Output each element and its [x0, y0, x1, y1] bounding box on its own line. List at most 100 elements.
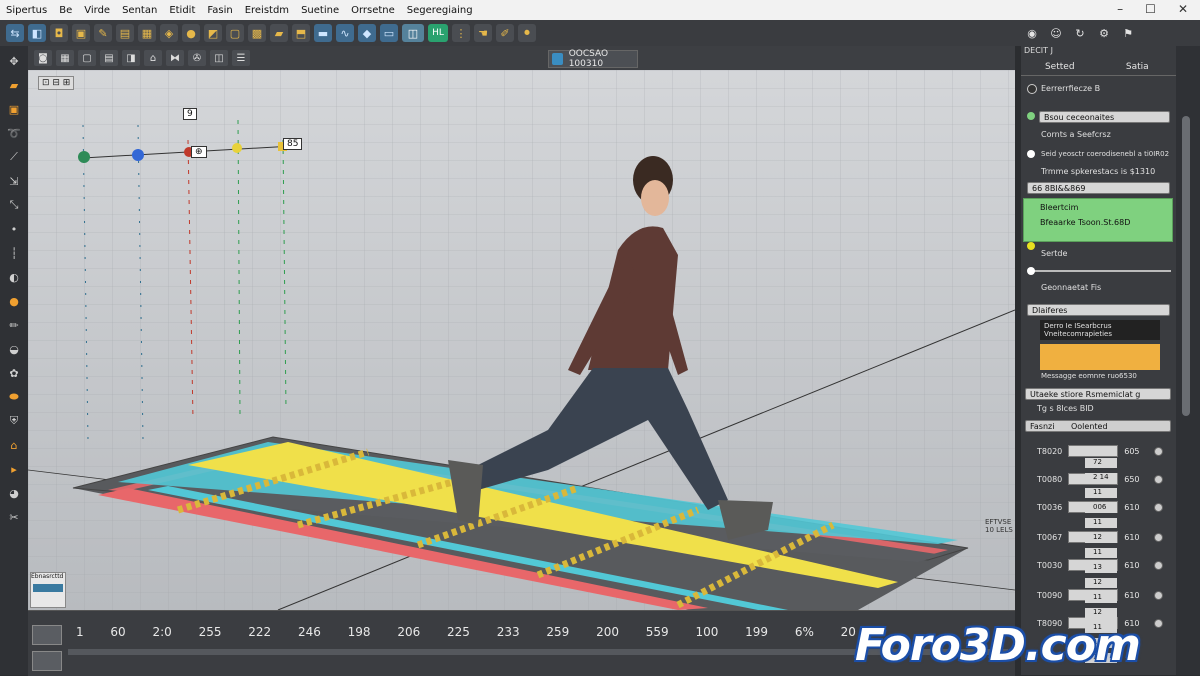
menu-item-5[interactable]: Fasin	[201, 5, 238, 16]
dropdown-field[interactable]: Fasnzi Oolented	[1025, 420, 1171, 432]
render-icon[interactable]: ▣	[72, 24, 90, 42]
selected-tool-icon[interactable]: ◫	[402, 24, 424, 42]
key-icon[interactable]: ⬒	[292, 24, 310, 42]
split-icon[interactable]: ◫	[210, 50, 228, 66]
grid-view-icon[interactable]: ▦	[56, 50, 74, 66]
menu-item-3[interactable]: Sentan	[116, 5, 163, 16]
param-sub[interactable]: 13	[1085, 563, 1117, 573]
prop-field[interactable]: Bsou ceceonaites	[1039, 111, 1170, 123]
paint-icon[interactable]: ✿	[5, 364, 23, 382]
tone-icon[interactable]: ◕	[5, 484, 23, 502]
pencil-icon[interactable]: ✏	[5, 316, 23, 334]
menu-item-6[interactable]: Ereistdm	[239, 5, 295, 16]
viewport-shading-badge[interactable]: ⊡ ⊟ ⊞	[38, 76, 75, 90]
timeline-tick[interactable]: 233	[497, 625, 520, 639]
light-icon[interactable]: ◆	[358, 24, 376, 42]
timeline-tick[interactable]: 198	[348, 625, 371, 639]
home-icon[interactable]: ⌂	[5, 436, 23, 454]
settings-icon[interactable]: ⚙	[1095, 24, 1113, 42]
timeline-thumb-top-icon[interactable]	[32, 625, 62, 645]
slider-knob[interactable]	[1027, 267, 1035, 275]
param-knob[interactable]	[1153, 560, 1163, 570]
file-tool-icon[interactable]: ▣	[5, 100, 23, 118]
menu-item-7[interactable]: Suetine	[295, 5, 345, 16]
param-sub[interactable]: 11	[1085, 518, 1117, 528]
vertex-icon[interactable]: •	[5, 220, 23, 238]
sphere-icon[interactable]: ●	[182, 24, 200, 42]
hand-icon[interactable]: ☚	[474, 24, 492, 42]
param-sub[interactable]: 2 14	[1085, 473, 1117, 483]
timeline-tick[interactable]: 206	[397, 625, 420, 639]
house-icon[interactable]: ⌂	[144, 50, 162, 66]
transform-icon[interactable]: ⇲	[5, 172, 23, 190]
layout-icon[interactable]: ▤	[100, 50, 118, 66]
panel-scrollbar[interactable]	[1176, 46, 1200, 675]
lasso-icon[interactable]: ➰	[5, 124, 23, 142]
select-tool-icon[interactable]: ✥	[5, 52, 23, 70]
flag-icon[interactable]: ⚑	[1119, 24, 1137, 42]
light-bulb-icon[interactable]: ●	[5, 292, 23, 310]
close-icon[interactable]: ✕	[1172, 2, 1194, 16]
frame-icon[interactable]: ▢	[226, 24, 244, 42]
param-field[interactable]	[1068, 445, 1119, 457]
knife-icon[interactable]: ⟋	[5, 148, 23, 166]
param-knob[interactable]	[1153, 590, 1163, 600]
globe-icon[interactable]: ◉	[1023, 24, 1041, 42]
timeline-tick[interactable]: 225	[447, 625, 470, 639]
view-mode-label[interactable]: OOCSAO 100310	[548, 49, 638, 69]
tab-settings[interactable]: Setted	[1021, 58, 1099, 76]
radio-icon[interactable]	[1027, 150, 1035, 158]
param-sub[interactable]: 006	[1085, 503, 1117, 513]
timeline-tick[interactable]: 60	[110, 625, 125, 639]
prop-field[interactable]: 66 8BI&&869	[1027, 182, 1170, 194]
slider-track[interactable]	[1031, 270, 1171, 272]
shield-icon[interactable]: ⛨	[5, 412, 23, 430]
param-sub[interactable]: 12	[1085, 578, 1117, 588]
camera-icon[interactable]: ◘	[50, 24, 68, 42]
param-knob[interactable]	[1153, 532, 1163, 542]
snap-icon[interactable]: ✇	[188, 50, 206, 66]
hl-tool-icon[interactable]: HL	[428, 24, 448, 42]
box-icon[interactable]: ▩	[248, 24, 266, 42]
timeline-thumb-bottom-icon[interactable]	[32, 651, 62, 671]
edge-icon[interactable]: ┆	[5, 244, 23, 262]
grid-icon[interactable]: ▦	[138, 24, 156, 42]
active-property-box[interactable]: Bleertcim Bfeaarke Tsoon.St.68D	[1023, 198, 1173, 242]
color-swatch[interactable]	[1040, 344, 1160, 370]
prop-field[interactable]: Utaeke stiore Rsmemiclat g	[1025, 388, 1171, 400]
timeline-tick[interactable]: 1	[76, 625, 84, 639]
menu-item-app[interactable]: Sipertus	[0, 5, 53, 16]
image-icon[interactable]: ▬	[314, 24, 332, 42]
brush-icon[interactable]: ✎	[94, 24, 112, 42]
tag-icon[interactable]: ▸	[5, 460, 23, 478]
dope-icon[interactable]: ▭	[380, 24, 398, 42]
timeline-tick[interactable]: 2:0	[152, 625, 171, 639]
param-sub[interactable]: 12	[1085, 608, 1117, 618]
slider-icon[interactable]: ☰	[232, 50, 250, 66]
3d-viewport[interactable]: ⊡ ⊟ ⊞ 9 ⊕ 85 Ebnasrcttd	[28, 70, 1015, 610]
curve-icon[interactable]: ∿	[336, 24, 354, 42]
param-knob[interactable]	[1153, 618, 1163, 628]
camera-view-icon[interactable]: ◙	[34, 50, 52, 66]
clay-icon[interactable]: ⬬	[5, 388, 23, 406]
tab-satia[interactable]: Satia	[1098, 58, 1176, 76]
timeline-tick[interactable]: 222	[248, 625, 271, 639]
param-sub[interactable]: 11	[1085, 593, 1117, 603]
layer-icon[interactable]: ▤	[116, 24, 134, 42]
refresh-icon[interactable]: ↻	[1071, 24, 1089, 42]
render-view-icon[interactable]: ◨	[122, 50, 140, 66]
timeline-tick[interactable]: 100	[695, 625, 718, 639]
material-icon[interactable]: ◩	[204, 24, 222, 42]
menu-item-1[interactable]: Be	[53, 5, 78, 16]
timeline-tick[interactable]: 259	[546, 625, 569, 639]
drop-icon[interactable]: ◒	[5, 340, 23, 358]
scissors-icon[interactable]: ✂	[5, 508, 23, 526]
timeline-tick[interactable]: 246	[298, 625, 321, 639]
param-sub[interactable]: 11	[1085, 488, 1117, 498]
timeline-tick[interactable]: 559	[646, 625, 669, 639]
folder-tool-icon[interactable]: ▰	[5, 76, 23, 94]
radio-icon[interactable]	[1027, 84, 1037, 94]
user-icon[interactable]: ☺	[1047, 24, 1065, 42]
param-knob[interactable]	[1153, 474, 1163, 484]
param-sub[interactable]: 11	[1085, 548, 1117, 558]
